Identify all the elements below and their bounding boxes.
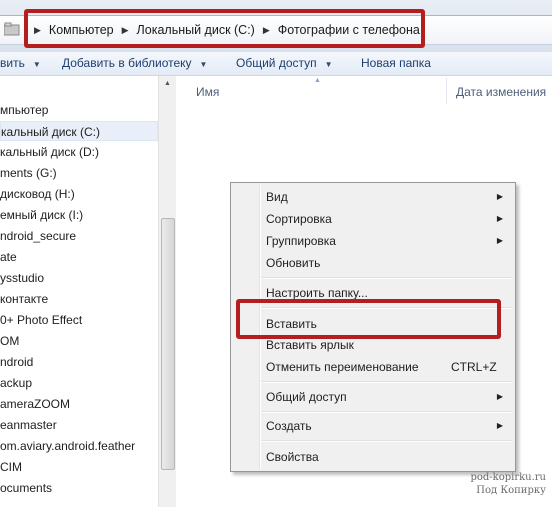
organize-label: вить (0, 56, 25, 70)
nav-item[interactable]: ments (G:) (0, 163, 57, 183)
menu-item-undo-shortcut: CTRL+Z (451, 360, 497, 374)
nav-item[interactable]: ameraZOOM (0, 394, 70, 414)
menu-item-share-label: Общий доступ (266, 390, 347, 404)
folder-icon (4, 22, 20, 36)
nav-item[interactable]: ndroid_secure (0, 226, 76, 246)
column-divider[interactable] (446, 78, 447, 104)
nav-item[interactable]: eanmaster (0, 415, 57, 435)
dropdown-arrow-icon: ▼ (32, 60, 41, 69)
nav-item[interactable]: мпьютер (0, 100, 48, 120)
paste-highlight-box (236, 299, 501, 339)
menu-item-undo-rename-label: Отменить переименование (266, 360, 419, 374)
add-to-library-label: Добавить в библиотеку (62, 56, 192, 70)
nav-scrollbar[interactable]: ▲ (158, 76, 176, 507)
nav-item[interactable]: om.aviary.android.feather (0, 436, 135, 456)
nav-item[interactable]: ackup (0, 373, 32, 393)
navigation-pane: мпьютер кальный диск (C:) кальный диск (D:… (0, 76, 175, 507)
menu-item-group-label: Группировка (266, 234, 336, 248)
nav-item[interactable]: CIM (0, 457, 22, 477)
menu-separator (262, 277, 512, 279)
menu-separator (262, 440, 512, 442)
submenu-arrow-icon: ▶ (496, 421, 503, 430)
menu-item-sort-label: Сортировка (266, 212, 332, 226)
watermark-title: Под Копирку (476, 485, 546, 496)
nav-item[interactable]: ndroid (0, 352, 33, 372)
new-folder-button[interactable]: Новая папка (361, 56, 431, 70)
nav-item[interactable]: контакте (0, 289, 48, 309)
dropdown-arrow-icon: ▼ (324, 60, 333, 69)
scrollbar-thumb[interactable] (161, 218, 175, 470)
organize-button[interactable]: вить ▼ (0, 56, 41, 70)
add-to-library-button[interactable]: Добавить в библиотеку ▼ (62, 56, 207, 70)
nav-item[interactable]: ysstudio (0, 268, 44, 288)
scroll-up-icon[interactable]: ▲ (159, 80, 176, 92)
menu-item-create-label: Создать (266, 419, 312, 433)
submenu-arrow-icon: ▶ (496, 214, 503, 223)
menu-item-refresh[interactable]: Обновить (266, 256, 320, 270)
nav-item[interactable]: OM (0, 331, 19, 351)
nav-item[interactable]: емный диск (I:) (0, 205, 83, 225)
nav-item[interactable]: ate (0, 247, 17, 267)
dropdown-arrow-icon: ▼ (199, 60, 208, 69)
nav-item[interactable]: 0+ Photo Effect (0, 310, 82, 330)
column-name-header[interactable]: Имя (196, 85, 219, 99)
menu-item-view-label: Вид (266, 190, 288, 204)
menu-separator (262, 411, 512, 413)
column-header-row: ▲ Имя Дата изменения (175, 76, 552, 106)
nav-item[interactable]: кальный диск (D:) (0, 142, 99, 162)
share-button[interactable]: Общий доступ ▼ (236, 56, 333, 70)
address-highlight-box (24, 9, 425, 48)
submenu-arrow-icon: ▶ (496, 236, 503, 245)
menu-item-paste-shortcut[interactable]: Вставить ярлык (266, 338, 354, 352)
nav-item[interactable]: дисковод (H:) (0, 184, 75, 204)
submenu-arrow-icon: ▶ (496, 392, 503, 401)
nav-item[interactable]: кальный диск (C:) (0, 121, 158, 141)
menu-item-customize-folder[interactable]: Настроить папку... (266, 286, 368, 300)
submenu-arrow-icon: ▶ (496, 192, 503, 201)
sort-indicator-icon: ▲ (314, 77, 321, 84)
share-label: Общий доступ (236, 56, 317, 70)
column-date-header[interactable]: Дата изменения (456, 85, 546, 99)
command-bar: вить ▼ Добавить в библиотеку ▼ Общий досту… (0, 52, 552, 76)
menu-item-properties[interactable]: Свойства (266, 450, 319, 464)
nav-item[interactable]: ocuments (0, 478, 52, 498)
watermark-url: pod-kopirku.ru (470, 472, 546, 483)
address-bar-area: ▶ Компьютер ▶ Локальный диск (C:) ▶ Фото… (0, 0, 552, 52)
menu-separator (262, 381, 512, 383)
